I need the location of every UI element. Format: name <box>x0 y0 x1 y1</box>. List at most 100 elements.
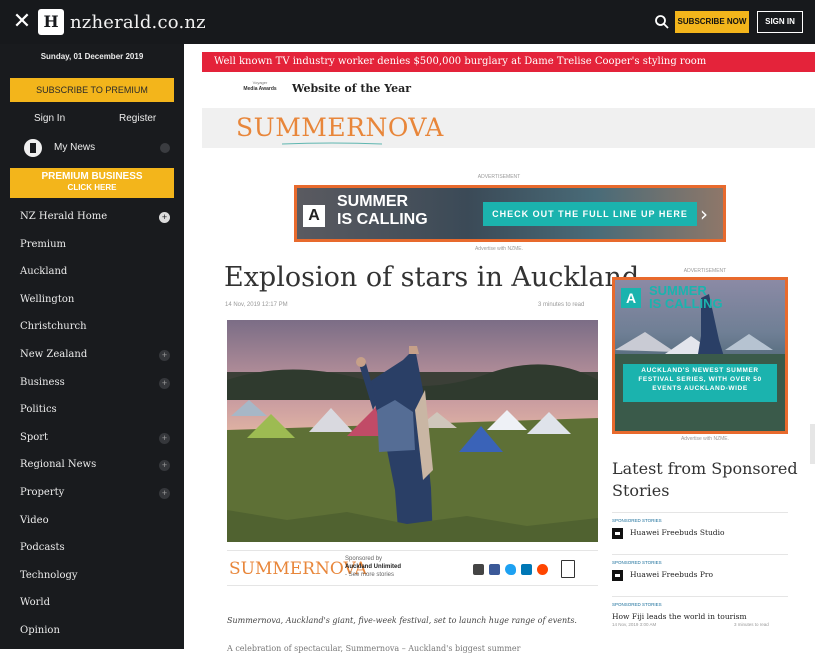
sidebar-nav-item[interactable]: Technology <box>0 563 184 591</box>
linkedin-icon[interactable] <box>521 564 532 575</box>
nzherald-logo-icon[interactable]: H <box>38 9 64 35</box>
expand-icon[interactable]: + <box>159 212 170 223</box>
bookmark-icon <box>24 139 42 157</box>
sidebar-nav-item[interactable]: Business + <box>0 370 184 398</box>
toggle-icon[interactable] <box>160 143 170 153</box>
sidebar-nav-item[interactable]: Opinion <box>0 618 184 646</box>
side-ad-desc-3: EVENTS AUCKLAND-WIDE <box>652 385 748 392</box>
bookmark-icon[interactable] <box>561 560 575 578</box>
swash-decoration <box>282 142 382 145</box>
sidebar-nav-label: Sport <box>20 431 49 443</box>
advertise-link[interactable]: Advertise with NZME. <box>624 436 786 442</box>
ad-logo-icon: A <box>621 288 641 308</box>
sidebar-nav-label: NZ Herald Home <box>20 211 108 222</box>
sponsored-story[interactable]: SPONSORED STORIES Huawei Freebuds Studio <box>612 512 788 548</box>
expand-icon[interactable]: + <box>159 432 170 444</box>
advertise-link[interactable]: Advertise with NZME. <box>444 246 554 252</box>
top-bar: ✕ H nzherald.co.nz SUBSCRIBE NOW SIGN IN <box>0 0 815 44</box>
summernova-logo[interactable]: SUMMERNOVA <box>236 113 444 142</box>
twitter-icon[interactable] <box>505 564 516 575</box>
sponsored-story[interactable]: SPONSORED STORIES How Fiji leads the wor… <box>612 596 788 632</box>
side-ad-desc-1: AUCKLAND'S NEWEST SUMMER <box>641 367 759 374</box>
story-kicker: SPONSORED STORIES <box>612 560 662 565</box>
award-logo-line-1: Voyager <box>252 80 268 85</box>
play-icon <box>612 570 623 581</box>
expand-icon[interactable]: + <box>159 487 170 499</box>
sidebar-register-link[interactable]: Register <box>119 113 156 124</box>
sidebar-nav-label: Business <box>20 376 65 388</box>
breaking-news-bar[interactable]: Well known TV industry worker denies $50… <box>202 52 815 72</box>
top-banner-ad[interactable]: A SUMMER IS CALLING CHECK OUT THE FULL L… <box>294 185 726 242</box>
sponsor-name-link[interactable]: Auckland Unlimited <box>345 564 401 570</box>
sidebar-sign-in-link[interactable]: Sign In <box>34 113 65 124</box>
hero-image <box>227 320 598 542</box>
sponsored-by-text: Sponsored by Auckland Unlimited - See mo… <box>345 555 401 579</box>
article-headline: Explosion of stars in Auckland <box>224 262 640 293</box>
ad-cta-button[interactable]: CHECK OUT THE FULL LINE UP HERE <box>483 202 697 226</box>
story-title[interactable]: Huawei Freebuds Pro <box>630 570 713 579</box>
close-icon[interactable]: ✕ <box>10 9 34 35</box>
sidebar-nav-item[interactable]: Property + <box>0 480 184 508</box>
section-masthead: SUMMERNOVA <box>202 108 815 148</box>
reddit-icon[interactable] <box>537 564 548 575</box>
side-ad-desc-2: FESTIVAL SERIES, WITH OVER 50 <box>638 376 762 383</box>
search-icon[interactable] <box>652 12 672 32</box>
article-read-time: 3 minutes to read <box>538 302 585 308</box>
sidebar-nav-item[interactable]: Christchurch <box>0 314 184 342</box>
site-name-link[interactable]: nzherald.co.nz <box>70 12 206 33</box>
my-news-item[interactable]: My News <box>0 136 184 160</box>
ad-logo-icon: A <box>303 205 325 227</box>
sidebar-nav-item[interactable]: Premium <box>0 232 184 260</box>
story-title[interactable]: How Fiji leads the world in tourism <box>612 612 747 621</box>
ad-headline: SUMMER IS CALLING <box>337 193 428 229</box>
mail-icon[interactable] <box>473 564 484 575</box>
sidebar-nav-label: Video <box>20 514 49 526</box>
story-kicker: SPONSORED STORIES <box>612 602 662 607</box>
side-ad-description: AUCKLAND'S NEWEST SUMMER FESTIVAL SERIES… <box>623 364 777 402</box>
sidebar-nav-label: Regional News <box>20 459 97 471</box>
sidebar-nav-item[interactable]: Politics <box>0 397 184 425</box>
side-banner-ad[interactable]: A SUMMER IS CALLING AUCKLAND'S NEWEST SU… <box>612 277 788 434</box>
sidebar-date: Sunday, 01 December 2019 <box>40 52 144 61</box>
facebook-icon[interactable] <box>489 564 500 575</box>
sidebar-nav-item[interactable]: World <box>0 590 184 618</box>
sign-in-button[interactable]: SIGN IN <box>757 11 803 33</box>
sidebar-nav-label: Auckland <box>20 266 68 278</box>
sponsor-row: SUMMERNOVA Sponsored by Auckland Unlimit… <box>227 550 598 586</box>
advertisement-label: ADVERTISEMENT <box>477 174 521 180</box>
scrollbar[interactable] <box>810 424 815 464</box>
story-date: 14 Nov, 2019 3:00 AM <box>612 622 657 627</box>
advertisement-label: ADVERTISEMENT <box>683 268 727 274</box>
sidebar-nav-item[interactable]: Auckland <box>0 259 184 287</box>
sidebar-nav-item[interactable]: Video <box>0 508 184 536</box>
banner-line-1: PREMIUM BUSINESS <box>41 171 143 182</box>
expand-icon[interactable]: + <box>159 460 170 472</box>
main-content: Well known TV industry worker denies $50… <box>184 44 815 653</box>
sidebar-nav-item[interactable]: Regional News + <box>0 452 184 480</box>
sidebar-nav-label: Wellington <box>20 293 75 305</box>
my-news-label: My News <box>54 142 96 153</box>
sponsored-by-label: Sponsored by <box>345 556 383 562</box>
see-more-link[interactable]: - See more stories <box>345 571 401 579</box>
sidebar-nav-label: Politics <box>20 404 57 416</box>
sidebar-nav-label: Premium <box>20 238 67 250</box>
sidebar: Sunday, 01 December 2019 SUBSCRIBE TO PR… <box>0 44 184 649</box>
subscribe-premium-button[interactable]: SUBSCRIBE TO PREMIUM <box>10 78 174 102</box>
expand-icon[interactable]: + <box>159 377 170 389</box>
story-read-time: 3 minutes to read <box>734 622 769 627</box>
premium-business-banner[interactable]: PREMIUM BUSINESS CLICK HERE <box>10 168 174 198</box>
sidebar-nav-item[interactable]: Sport + <box>0 425 184 453</box>
sidebar-nav-label: Podcasts <box>20 542 65 554</box>
story-title[interactable]: Huawei Freebuds Studio <box>630 528 725 537</box>
subscribe-now-button[interactable]: SUBSCRIBE NOW <box>675 11 749 33</box>
sponsored-story[interactable]: SPONSORED STORIES Huawei Freebuds Pro <box>612 554 788 590</box>
award-text: Website of the Year <box>292 82 412 95</box>
sidebar-nav-item[interactable]: NZ Herald Home + <box>0 204 184 232</box>
sidebar-nav-label: Technology <box>20 569 78 581</box>
sidebar-nav-item[interactable]: Wellington <box>0 287 184 315</box>
voyager-awards-logo: Voyager Media Awards <box>236 80 284 100</box>
banner-line-2: CLICK HERE <box>67 183 117 192</box>
expand-icon[interactable]: + <box>159 349 170 361</box>
sidebar-nav-item[interactable]: New Zealand + <box>0 342 184 370</box>
sidebar-nav-item[interactable]: Podcasts <box>0 535 184 563</box>
